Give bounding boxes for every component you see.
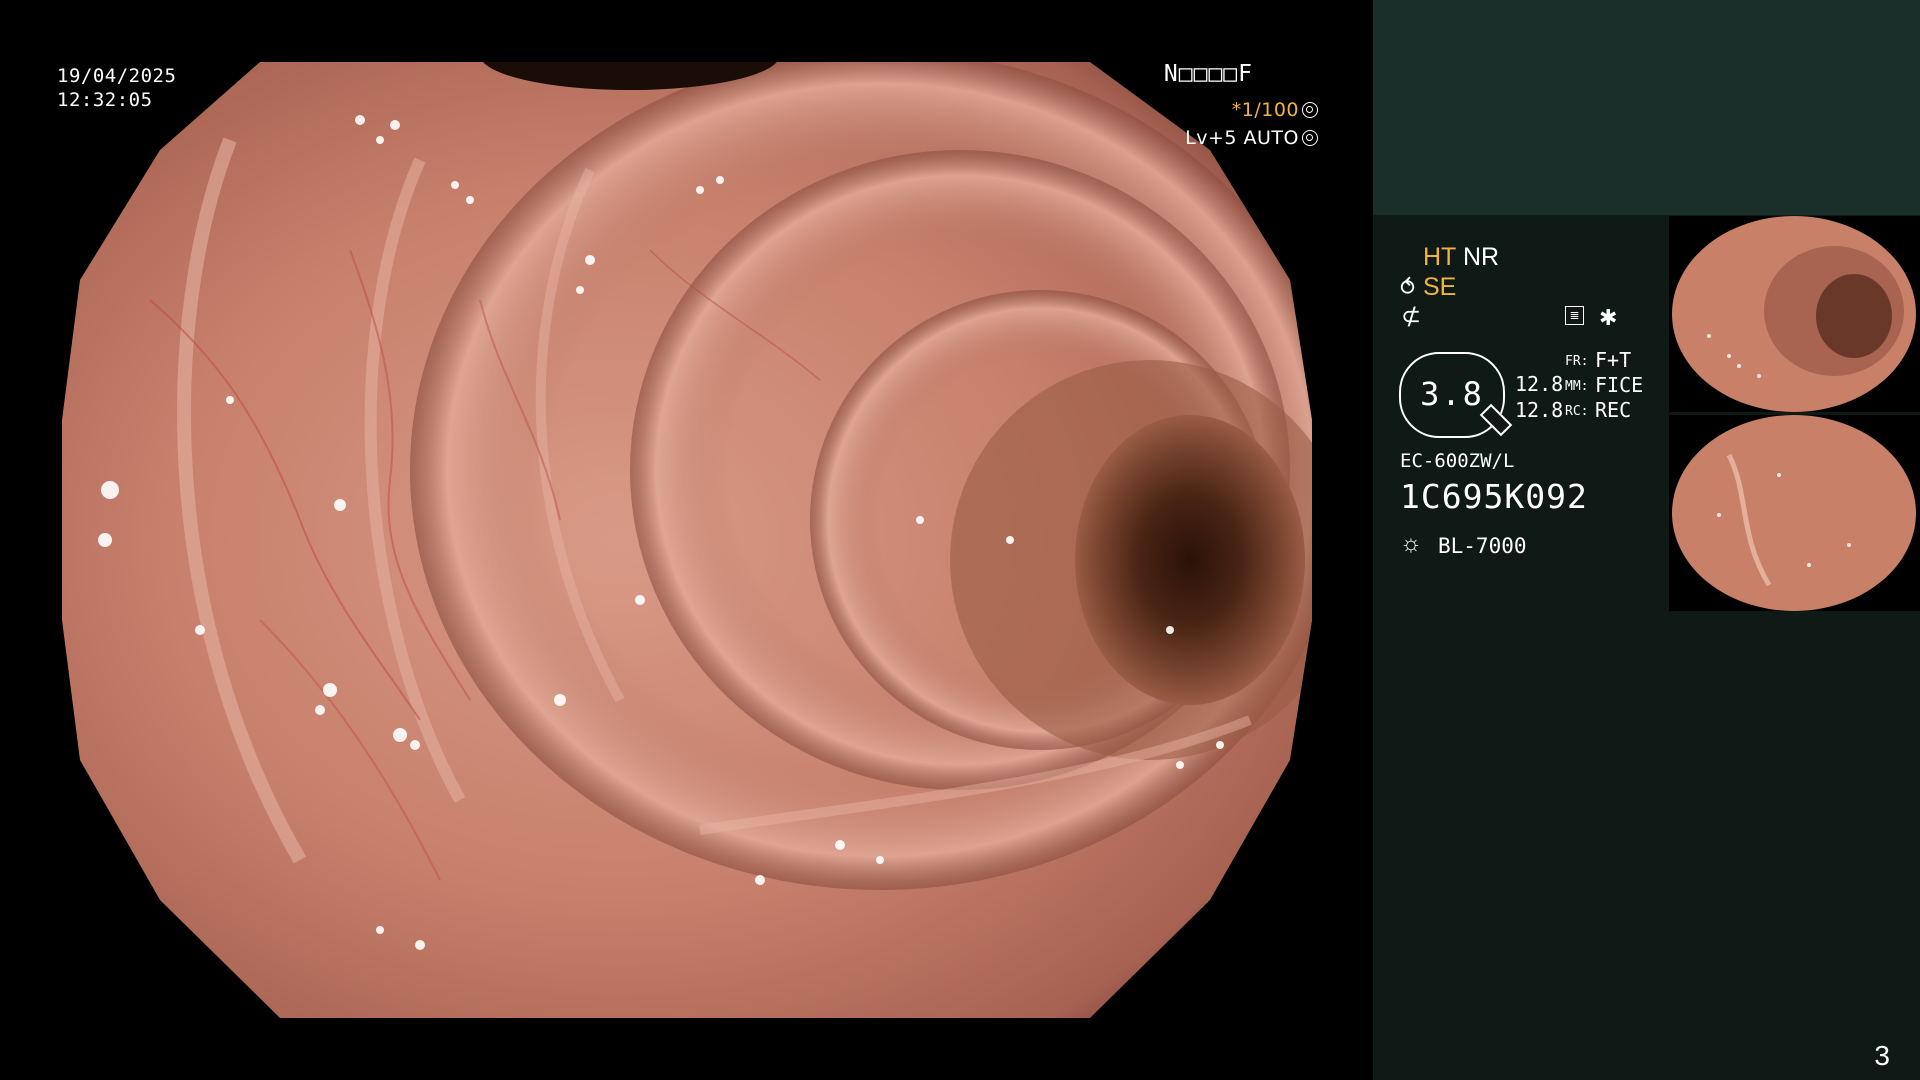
shutter-row: *1/100 — [1232, 99, 1318, 121]
scope-serial: 1C695K092 — [1400, 477, 1588, 516]
mode-ht: HT — [1423, 243, 1457, 271]
panel-header — [1373, 0, 1920, 215]
info-panel: HT NR ⥀ SE ⊄ ≣ ✱ 3.8 12.8 12.8 FR: F+T M… — [1373, 0, 1920, 1080]
exam-time: 12:32:05 — [57, 89, 153, 111]
settings-icon: ≣ — [1565, 306, 1584, 325]
endoscope-view: 19/04/2025 12:32:05 N□□□□F *1/100 Lv+5 A… — [0, 0, 1373, 1080]
light-source: BL-7000 — [1438, 534, 1527, 558]
mm-value: FICE — [1595, 373, 1644, 397]
enhancement-value-2: 12.8 — [1515, 398, 1564, 422]
scope-model: EC-600ZW/L — [1400, 450, 1515, 472]
filter-icon: ⊄ — [1401, 303, 1422, 330]
exam-date: 19/04/2025 — [57, 65, 177, 87]
shutter-speed: *1/100 — [1231, 99, 1299, 121]
mode-nr: NR — [1463, 243, 1500, 271]
star-icon: ✱ — [1599, 305, 1618, 330]
mode-se: SE — [1423, 273, 1457, 301]
mm-label: MM: — [1565, 379, 1589, 394]
zoom-badge: 3.8 — [1399, 352, 1513, 438]
brightness-mode: AUTO — [1243, 127, 1299, 149]
endoscopy-screen: 19/04/2025 12:32:05 N□□□□F *1/100 Lv+5 A… — [0, 0, 1920, 1080]
shutter-icon — [1302, 102, 1318, 118]
enhancement-value-1: 12.8 — [1515, 372, 1564, 396]
rc-label: RC: — [1565, 404, 1589, 419]
fr-value: F+T — [1595, 348, 1632, 372]
patient-id: N□□□□F — [1163, 61, 1253, 87]
capture-thumbnail-2[interactable] — [1669, 415, 1920, 611]
brightness-row: Lv+5 AUTO — [1185, 127, 1318, 149]
rc-value: REC — [1595, 398, 1632, 422]
thumbnail-image-1 — [1669, 216, 1920, 412]
fr-label: FR: — [1565, 354, 1589, 369]
brightness-level: Lv+5 — [1185, 127, 1237, 149]
capture-thumbnail-1[interactable] — [1669, 216, 1920, 412]
structure-enhance-icon: ⥀ — [1400, 275, 1416, 300]
iris-icon — [1302, 130, 1318, 146]
endoscope-image — [62, 62, 1312, 1018]
light-source-icon: ☼ — [1400, 530, 1422, 557]
page-number: 3 — [1874, 1040, 1890, 1071]
thumbnail-image-2 — [1669, 415, 1920, 611]
